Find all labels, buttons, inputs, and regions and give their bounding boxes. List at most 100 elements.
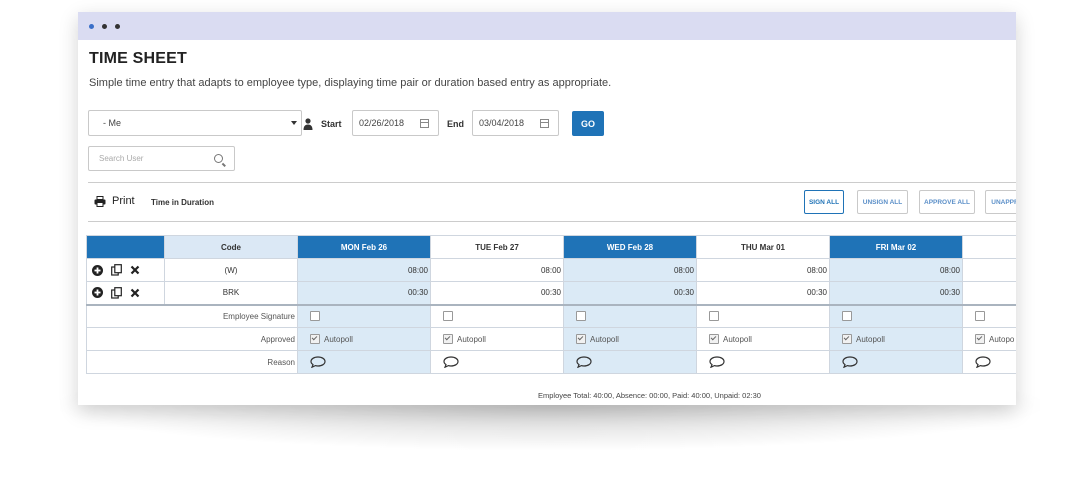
comment-icon[interactable] bbox=[842, 356, 858, 368]
print-button[interactable]: Print bbox=[94, 195, 135, 207]
signature-checkbox[interactable] bbox=[576, 311, 586, 322]
add-circle-icon[interactable] bbox=[92, 287, 103, 299]
grid-header-row: Code MON Feb 26 TUE Feb 27 WED Feb 28 TH… bbox=[86, 235, 1016, 259]
approved-label: Approved bbox=[86, 327, 298, 351]
go-button[interactable]: GO bbox=[572, 111, 604, 136]
comment-icon[interactable] bbox=[709, 356, 725, 368]
start-label: Start bbox=[321, 119, 342, 129]
search-icon[interactable] bbox=[214, 154, 223, 163]
page-title: TIME SHEET bbox=[89, 50, 188, 67]
signature-checkbox[interactable] bbox=[443, 311, 453, 322]
window-dot-icon[interactable] bbox=[115, 23, 120, 29]
approved-checkbox[interactable] bbox=[709, 334, 719, 344]
code-cell[interactable]: BRK bbox=[164, 281, 298, 305]
signature-checkbox[interactable] bbox=[842, 311, 852, 322]
approved-cell: Autopoll bbox=[297, 327, 431, 351]
delete-icon[interactable] bbox=[130, 288, 140, 298]
day-header-tue: TUE Feb 27 bbox=[430, 235, 564, 259]
time-cell[interactable]: 00:30 bbox=[563, 281, 697, 305]
user-icon bbox=[303, 118, 313, 130]
reason-label: Reason bbox=[86, 350, 298, 374]
end-date-value: 03/04/2018 bbox=[479, 118, 525, 128]
reason-row: Reason bbox=[86, 350, 1016, 374]
approved-cell: Autopoll bbox=[696, 327, 830, 351]
time-cell[interactable]: 08:00 bbox=[696, 258, 830, 282]
time-cell[interactable]: 00:30 bbox=[430, 281, 564, 305]
sign-all-button[interactable]: SIGN ALL bbox=[804, 190, 844, 214]
reason-cell bbox=[696, 350, 830, 374]
search-placeholder: Search User bbox=[99, 154, 144, 163]
employee-totals: Employee Total: 40:00, Absence: 00:00, P… bbox=[538, 391, 761, 400]
day-header-sat: SA bbox=[962, 235, 1016, 259]
approved-checkbox[interactable] bbox=[443, 334, 453, 344]
print-icon bbox=[94, 195, 106, 207]
comment-icon[interactable] bbox=[443, 356, 459, 368]
table-row: (W) 08:00 08:00 08:00 08:00 08:00 bbox=[86, 258, 1016, 282]
calendar-icon[interactable] bbox=[420, 119, 429, 128]
signature-cell bbox=[696, 303, 830, 328]
end-date-field[interactable]: 03/04/2018 bbox=[472, 110, 559, 136]
approve-all-button[interactable]: APPROVE ALL bbox=[919, 190, 975, 214]
divider bbox=[88, 221, 1016, 222]
signature-checkbox[interactable] bbox=[310, 311, 320, 322]
page-content: TIME SHEET Simple time entry that adapts… bbox=[78, 40, 1016, 405]
signature-checkbox[interactable] bbox=[975, 311, 985, 322]
copy-icon[interactable] bbox=[111, 286, 123, 299]
approved-checkbox[interactable] bbox=[310, 334, 320, 344]
app-window: TIME SHEET Simple time entry that adapts… bbox=[78, 12, 1016, 405]
time-mode-label[interactable]: Time in Duration bbox=[151, 198, 214, 207]
title-bar bbox=[78, 12, 1016, 40]
code-cell[interactable]: (W) bbox=[164, 258, 298, 282]
approved-cell: Autopoll bbox=[430, 327, 564, 351]
time-cell[interactable]: 08:00 bbox=[829, 258, 963, 282]
timesheet-grid: Code MON Feb 26 TUE Feb 27 WED Feb 28 TH… bbox=[86, 235, 1016, 374]
autopoll-label: Autopoll bbox=[856, 334, 885, 344]
approved-checkbox[interactable] bbox=[576, 334, 586, 344]
window-dot-icon[interactable] bbox=[102, 23, 107, 29]
unsign-all-button[interactable]: UNSIGN ALL bbox=[857, 190, 908, 214]
comment-icon[interactable] bbox=[310, 356, 326, 368]
actions-header bbox=[86, 235, 165, 259]
autopoll-label: Autopo bbox=[989, 334, 1015, 344]
reason-cell bbox=[962, 350, 1016, 374]
search-user-input[interactable]: Search User bbox=[88, 146, 235, 171]
end-label: End bbox=[447, 119, 464, 129]
time-cell[interactable]: 08:00 bbox=[563, 258, 697, 282]
unapprove-all-button[interactable]: UNAPPR bbox=[985, 190, 1016, 214]
start-date-field[interactable]: 02/26/2018 bbox=[352, 110, 439, 136]
copy-icon[interactable] bbox=[111, 264, 123, 276]
calendar-icon[interactable] bbox=[540, 119, 549, 128]
approved-cell: Autopo bbox=[962, 327, 1016, 351]
signature-cell bbox=[430, 303, 564, 328]
comment-icon[interactable] bbox=[576, 356, 592, 368]
signature-cell bbox=[829, 303, 963, 328]
time-cell[interactable]: 00:30 bbox=[297, 281, 431, 305]
reason-cell bbox=[430, 350, 564, 374]
delete-icon[interactable] bbox=[130, 265, 140, 275]
approved-checkbox[interactable] bbox=[842, 334, 852, 344]
signature-checkbox[interactable] bbox=[709, 311, 719, 322]
time-cell[interactable] bbox=[962, 281, 1016, 305]
reason-cell bbox=[829, 350, 963, 374]
table-row: BRK 00:30 00:30 00:30 00:30 00:30 bbox=[86, 281, 1016, 305]
code-header: Code bbox=[164, 235, 298, 259]
page-description: Simple time entry that adapts to employe… bbox=[89, 77, 612, 89]
employee-select[interactable]: - Me bbox=[88, 110, 302, 136]
time-cell[interactable]: 08:00 bbox=[297, 258, 431, 282]
time-cell[interactable]: 00:30 bbox=[696, 281, 830, 305]
approved-cell: Autopoll bbox=[563, 327, 697, 351]
day-header-fri: FRI Mar 02 bbox=[829, 235, 963, 259]
chevron-down-icon bbox=[291, 121, 297, 125]
time-cell[interactable]: 00:30 bbox=[829, 281, 963, 305]
add-circle-icon[interactable] bbox=[92, 264, 103, 276]
comment-icon[interactable] bbox=[975, 356, 991, 368]
approved-checkbox[interactable] bbox=[975, 334, 985, 344]
reason-cell bbox=[563, 350, 697, 374]
print-label: Print bbox=[112, 195, 135, 207]
time-cell[interactable]: 08:00 bbox=[430, 258, 564, 282]
signature-cell bbox=[962, 303, 1016, 328]
day-header-wed: WED Feb 28 bbox=[563, 235, 697, 259]
time-cell[interactable] bbox=[962, 258, 1016, 282]
divider bbox=[88, 182, 1016, 183]
window-dot-icon[interactable] bbox=[89, 23, 94, 29]
